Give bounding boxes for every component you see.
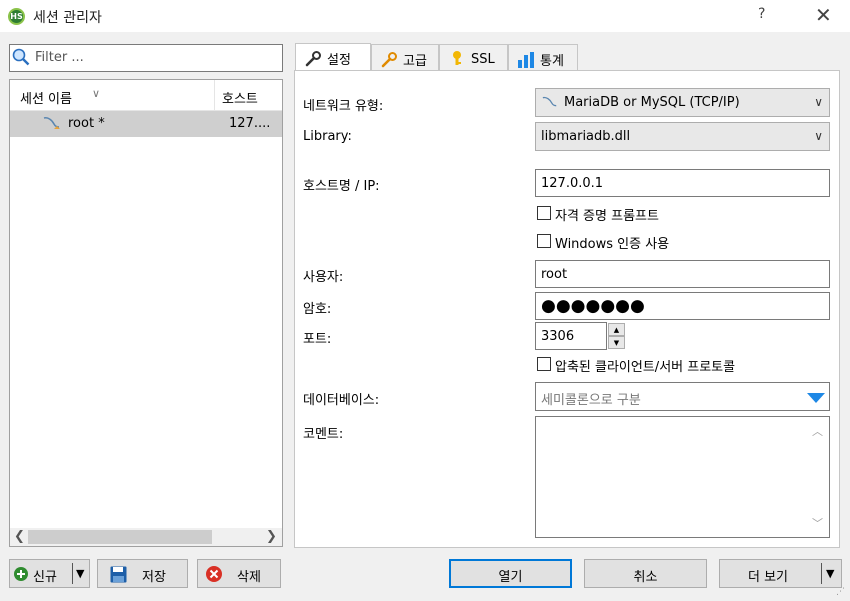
scroll-down-icon[interactable]: ﹀ [812, 515, 823, 531]
network-type-label: 네트워크 유형: [303, 99, 384, 114]
database-placeholder: 세미콜론으로 구분 [541, 393, 641, 408]
save-button-label: 저장 [142, 570, 166, 585]
windows-auth-label: Windows 인증 사용 [555, 237, 670, 252]
floppy-disk-icon [110, 566, 127, 583]
column-header-session-name[interactable]: 세션 이름 [20, 88, 72, 107]
port-input[interactable]: 3306 [535, 322, 607, 350]
port-decrement-button[interactable]: ▼ [608, 336, 625, 349]
password-input[interactable]: ●●●●●●● [535, 292, 830, 320]
host-value: 127.0.0.1 [541, 176, 604, 191]
password-label: 암호: [303, 302, 332, 317]
filter-placeholder: Filter ... [35, 50, 84, 65]
window-title: 세션 관리자 [33, 10, 102, 26]
session-name: root * [68, 116, 105, 131]
delete-button-label: 삭제 [237, 570, 261, 585]
tab-ssl[interactable]: SSL [439, 44, 508, 70]
button-divider [72, 563, 73, 584]
user-label: 사용자: [303, 270, 344, 285]
filter-input[interactable]: Filter ... [9, 44, 283, 72]
save-button[interactable]: 저장 [97, 559, 188, 588]
windows-auth-checkbox[interactable] [537, 234, 551, 248]
port-label: 포트: [303, 332, 332, 347]
title-bar: HS 세션 관리자 ? ✕ [0, 0, 850, 32]
database-input[interactable]: 세미콜론으로 구분 [535, 382, 830, 411]
dropdown-arrow-icon[interactable]: ▼ [826, 567, 834, 580]
prompt-credentials-checkbox[interactable] [537, 206, 551, 220]
dropdown-arrow-icon[interactable]: ▼ [76, 567, 84, 580]
button-divider [821, 563, 822, 584]
more-button[interactable]: 더 보기 ▼ [719, 559, 842, 588]
library-label: Library: [303, 129, 352, 144]
cancel-button-label: 취소 [633, 570, 658, 585]
more-button-label: 더 보기 [748, 570, 789, 585]
host-label: 호스트명 / IP: [303, 179, 380, 194]
delete-icon [206, 566, 222, 582]
port-value: 3306 [541, 329, 575, 344]
prompt-credentials-label: 자격 증명 프롬프트 [555, 209, 659, 224]
new-button-label: 신규 [33, 570, 57, 585]
new-session-button[interactable]: 신규 ▼ [9, 559, 90, 588]
help-button[interactable]: ? [758, 6, 765, 22]
comment-label: 코멘트: [303, 427, 344, 442]
session-host: 127.... [229, 116, 271, 131]
chevron-down-icon: ∨ [92, 87, 101, 100]
chevron-down-icon: ∨ [814, 129, 823, 143]
search-icon [12, 48, 30, 66]
host-input[interactable]: 127.0.0.1 [535, 169, 830, 197]
app-logo-icon: HS [8, 8, 25, 25]
chevron-down-icon: ∨ [814, 95, 823, 109]
session-row[interactable]: root * 127.... [10, 111, 282, 137]
library-value: libmariadb.dll [541, 129, 631, 144]
tab-stats[interactable]: 통계 [508, 44, 578, 70]
key-icon [453, 51, 461, 65]
horizontal-scrollbar[interactable]: ❮ ❯ [10, 528, 282, 546]
scroll-up-icon[interactable]: ︿ [812, 423, 823, 439]
user-value: root [541, 267, 568, 282]
tab-label: 통계 [540, 54, 564, 69]
scroll-right-icon[interactable]: ❯ [266, 529, 277, 544]
user-input[interactable]: root [535, 260, 830, 288]
open-button[interactable]: 열기 [449, 559, 572, 588]
tab-settings[interactable]: 설정 [295, 43, 371, 71]
dropdown-arrow-icon[interactable] [806, 392, 826, 404]
tab-label: 설정 [327, 53, 351, 68]
network-type-select[interactable]: MariaDB or MySQL (TCP/IP) ∨ [535, 88, 830, 117]
column-divider[interactable] [214, 80, 215, 110]
scrollbar-thumb[interactable] [28, 530, 212, 544]
session-list[interactable]: 세션 이름 ∨ 호스트 root * 127.... ❮ ❯ [9, 79, 283, 547]
compress-protocol-label: 압축된 클라이언트/서버 프로토콜 [555, 360, 736, 375]
database-label: 데이터베이스: [303, 393, 380, 408]
scroll-left-icon[interactable]: ❮ [14, 529, 25, 544]
add-icon [14, 567, 28, 581]
bar-chart-icon [518, 52, 534, 68]
dolphin-icon [542, 96, 557, 107]
comment-textarea[interactable]: ︿ ﹀ [535, 416, 830, 538]
network-type-value: MariaDB or MySQL (TCP/IP) [564, 95, 740, 110]
compress-protocol-checkbox[interactable] [537, 357, 551, 371]
dolphin-icon [43, 117, 60, 129]
resize-grip-icon[interactable]: ⋰ [836, 587, 845, 597]
delete-button[interactable]: 삭제 [197, 559, 281, 588]
close-button[interactable]: ✕ [815, 3, 832, 27]
open-button-label: 열기 [498, 570, 523, 585]
tab-label: 고급 [403, 54, 427, 69]
library-select[interactable]: libmariadb.dll ∨ [535, 122, 830, 151]
password-value: ●●●●●●● [541, 296, 645, 316]
port-increment-button[interactable]: ▲ [608, 323, 625, 336]
list-header: 세션 이름 ∨ 호스트 [10, 80, 282, 111]
cancel-button[interactable]: 취소 [584, 559, 707, 588]
wrench-icon [381, 52, 397, 68]
wrench-icon [305, 51, 321, 67]
column-header-host[interactable]: 호스트 [222, 88, 258, 107]
tab-advanced[interactable]: 고급 [371, 44, 439, 70]
tab-label: SSL [471, 52, 495, 67]
